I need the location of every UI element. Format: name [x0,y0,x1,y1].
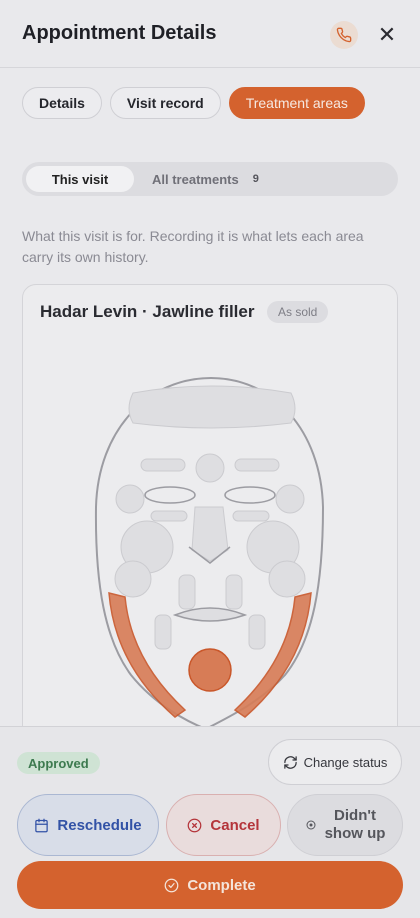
right-temple-area [275,484,305,514]
right-nasolabial-area [225,574,243,610]
right-under-eye-area [232,510,270,522]
description-text: What this visit is for. Recording it is … [22,228,364,265]
refresh-icon [283,755,297,769]
status-badge: Approved [17,752,100,774]
phone-icon [336,27,352,43]
cancel-circle-icon [188,818,202,832]
reschedule-label: Reschedule [57,816,142,834]
header: Appointment Details ✕ [0,0,420,68]
no-show-button[interactable]: Didn't show up [287,794,403,856]
face-diagram [94,376,325,731]
left-lower-cheek-area [114,560,152,598]
glabella-area [195,453,225,483]
complete-button[interactable]: Complete [17,861,403,909]
left-jawline-area [108,592,187,718]
call-button[interactable] [330,21,358,49]
cancel-button[interactable]: Cancel [166,794,281,856]
all-treatments-count: 9 [252,173,259,185]
left-under-eye-area [150,510,188,522]
appointment-actions: Reschedule Cancel Didn't show up [17,794,403,856]
tab-bar: Details Visit record Treatment areas [22,87,365,119]
reschedule-button[interactable]: Reschedule [17,794,159,856]
close-button[interactable]: ✕ [374,22,400,48]
segment-all-treatments[interactable]: All treatments 9 [152,166,259,192]
tab-visit-record[interactable]: Visit record [109,87,221,119]
chin-area [188,648,232,692]
cancel-label: Cancel [210,816,260,834]
right-marionette-area [248,614,266,650]
right-brow-area [234,458,280,472]
change-status-button[interactable]: Change status [268,739,402,785]
tab-treatment-areas[interactable]: Treatment areas [228,87,365,119]
left-nasolabial-area [178,574,196,610]
no-show-line-1: Didn't [334,807,376,824]
complete-label: Complete [187,876,256,894]
visit-scope-toggle: This visit All treatments 9 [22,162,398,196]
no-show-label: Didn't show up [325,807,386,843]
right-eye [224,486,276,504]
close-icon: ✕ [377,22,397,47]
right-lower-cheek-area [268,560,306,598]
page-title: Appointment Details [22,22,217,44]
no-show-line-2: show up [324,825,386,842]
left-marionette-area [154,614,172,650]
no-show-icon [306,820,316,830]
tab-details[interactable]: Details [22,87,102,119]
action-footer: Approved Change status Reschedule Cancel… [0,726,420,918]
check-circle-icon [164,878,179,892]
left-temple-area [115,484,145,514]
right-jawline-area [233,592,312,718]
treatment-card: Hadar Levin · Jawline filler As sold [22,284,398,764]
left-eye [144,486,196,504]
left-brow-area [140,458,186,472]
segment-all-treatments-label: All treatments [152,171,239,187]
segment-this-visit[interactable]: This visit [26,166,134,192]
change-status-label: Change status [303,754,388,770]
calendar-icon [35,818,49,832]
lips [172,607,248,622]
forehead-area [128,385,296,429]
